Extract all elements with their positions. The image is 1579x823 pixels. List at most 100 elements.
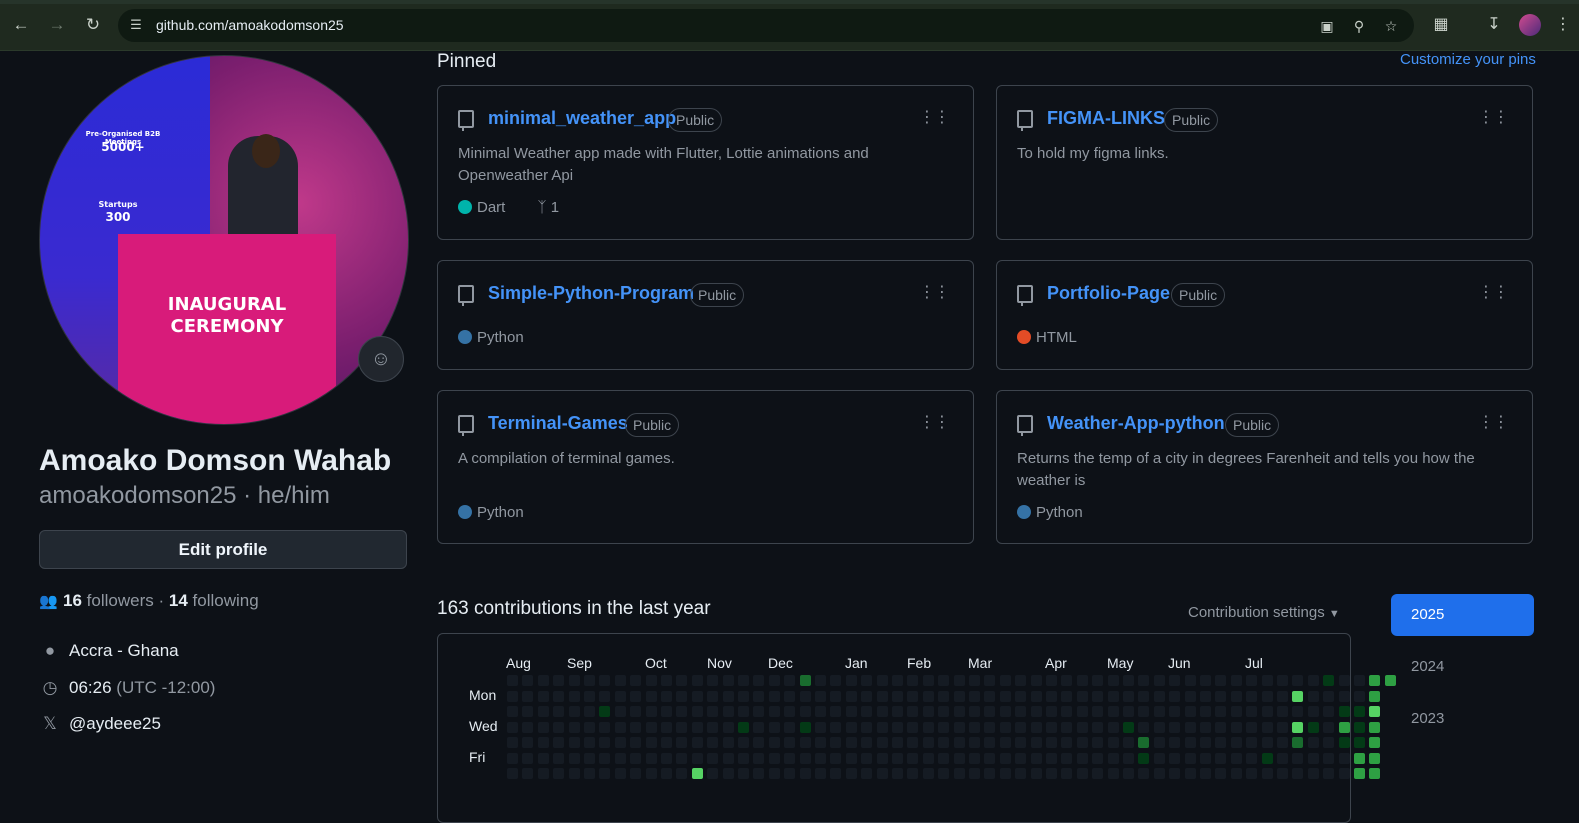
contribution-day-cell[interactable] — [1154, 768, 1165, 779]
contribution-day-cell[interactable] — [1185, 691, 1196, 702]
contribution-day-cell[interactable] — [892, 768, 903, 779]
contribution-day-cell[interactable] — [954, 706, 965, 717]
contribution-day-cell[interactable] — [984, 753, 995, 764]
edit-profile-button[interactable]: Edit profile — [39, 530, 407, 569]
year-button[interactable]: 2024 — [1391, 646, 1534, 688]
contribution-day-cell[interactable] — [846, 722, 857, 733]
contribution-day-cell[interactable] — [1077, 706, 1088, 717]
contribution-day-cell[interactable] — [1061, 753, 1072, 764]
contribution-day-cell[interactable] — [954, 675, 965, 686]
contribution-day-cell[interactable] — [738, 737, 749, 748]
contribution-day-cell[interactable] — [1323, 722, 1334, 733]
contribution-day-cell[interactable] — [1092, 768, 1103, 779]
contribution-day-cell[interactable] — [630, 768, 641, 779]
contribution-day-cell[interactable] — [538, 706, 549, 717]
contribution-day-cell[interactable] — [569, 706, 580, 717]
contribution-day-cell[interactable] — [1169, 675, 1180, 686]
contribution-day-cell[interactable] — [1108, 722, 1119, 733]
contribution-day-cell[interactable] — [738, 691, 749, 702]
contribution-day-cell[interactable] — [676, 722, 687, 733]
contribution-day-cell[interactable] — [1077, 691, 1088, 702]
contribution-day-cell[interactable] — [861, 722, 872, 733]
contribution-day-cell[interactable] — [630, 737, 641, 748]
contribution-day-cell[interactable] — [1277, 691, 1288, 702]
contribution-day-cell[interactable] — [1169, 706, 1180, 717]
contribution-day-cell[interactable] — [830, 722, 841, 733]
contribution-day-cell[interactable] — [1200, 691, 1211, 702]
fork-icon[interactable]: ᛉ — [538, 199, 547, 216]
contribution-day-cell[interactable] — [1200, 768, 1211, 779]
contribution-day-cell[interactable] — [907, 706, 918, 717]
contribution-day-cell[interactable] — [846, 706, 857, 717]
contribution-day-cell[interactable] — [661, 753, 672, 764]
contribution-day-cell[interactable] — [923, 768, 934, 779]
contribution-day-cell[interactable] — [1308, 768, 1319, 779]
contribution-day-cell[interactable] — [969, 737, 980, 748]
contribution-day-cell[interactable] — [1046, 722, 1057, 733]
contribution-day-cell[interactable] — [553, 722, 564, 733]
contribution-day-cell[interactable] — [1077, 737, 1088, 748]
profile-avatar[interactable]: Pre-Organised B2B Meetings 5000+ Startup… — [39, 55, 409, 425]
contribution-day-cell[interactable] — [569, 722, 580, 733]
set-status-smiley-icon[interactable]: ☺ — [358, 336, 404, 382]
contribution-day-cell[interactable] — [892, 753, 903, 764]
contribution-day-cell[interactable] — [1185, 768, 1196, 779]
contribution-day-cell[interactable] — [599, 691, 610, 702]
contribution-day-cell[interactable] — [784, 768, 795, 779]
contribution-day-cell[interactable] — [707, 768, 718, 779]
contribution-day-cell[interactable] — [923, 706, 934, 717]
contribution-day-cell[interactable] — [1354, 691, 1365, 702]
contribution-day-cell[interactable] — [507, 737, 518, 748]
contribution-day-cell[interactable] — [969, 768, 980, 779]
contribution-day-cell[interactable] — [1354, 737, 1365, 748]
contribution-day-cell[interactable] — [1262, 737, 1273, 748]
contribution-day-cell[interactable] — [1339, 737, 1350, 748]
address-bar[interactable]: ☰ github.com/amoakodomson25 ▣ ⚲ ☆ — [118, 9, 1414, 42]
contribution-day-cell[interactable] — [1339, 691, 1350, 702]
contribution-day-cell[interactable] — [1015, 675, 1026, 686]
contribution-day-cell[interactable] — [753, 753, 764, 764]
url-text[interactable]: github.com/amoakodomson25 — [156, 17, 344, 33]
contribution-day-cell[interactable] — [1092, 722, 1103, 733]
contribution-day-cell[interactable] — [569, 768, 580, 779]
contribution-day-cell[interactable] — [1231, 691, 1242, 702]
contribution-day-cell[interactable] — [923, 753, 934, 764]
contribution-day-cell[interactable] — [1292, 722, 1303, 733]
contribution-day-cell[interactable] — [676, 753, 687, 764]
contribution-day-cell[interactable] — [969, 706, 980, 717]
contribution-day-cell[interactable] — [661, 706, 672, 717]
contribution-day-cell[interactable] — [584, 675, 595, 686]
contribution-day-cell[interactable] — [1000, 737, 1011, 748]
contribution-day-cell[interactable] — [784, 737, 795, 748]
contribution-day-cell[interactable] — [769, 753, 780, 764]
contribution-day-cell[interactable] — [1138, 706, 1149, 717]
contribution-day-cell[interactable] — [1000, 768, 1011, 779]
contribution-day-cell[interactable] — [1000, 753, 1011, 764]
contribution-day-cell[interactable] — [1308, 675, 1319, 686]
contribution-day-cell[interactable] — [569, 691, 580, 702]
contribution-day-cell[interactable] — [923, 675, 934, 686]
contribution-day-cell[interactable] — [1262, 722, 1273, 733]
contribution-day-cell[interactable] — [661, 737, 672, 748]
contribution-day-cell[interactable] — [615, 768, 626, 779]
contribution-day-cell[interactable] — [646, 753, 657, 764]
contribution-day-cell[interactable] — [615, 737, 626, 748]
contribution-day-cell[interactable] — [538, 768, 549, 779]
contribution-day-cell[interactable] — [1277, 722, 1288, 733]
contribution-day-cell[interactable] — [800, 753, 811, 764]
contribution-day-cell[interactable] — [692, 706, 703, 717]
contribution-day-cell[interactable] — [800, 722, 811, 733]
contribution-day-cell[interactable] — [1123, 753, 1134, 764]
contribution-day-cell[interactable] — [661, 768, 672, 779]
contribution-day-cell[interactable] — [938, 691, 949, 702]
contribution-day-cell[interactable] — [753, 722, 764, 733]
contribution-day-cell[interactable] — [1077, 675, 1088, 686]
contribution-day-cell[interactable] — [569, 675, 580, 686]
contribution-day-cell[interactable] — [723, 753, 734, 764]
contribution-day-cell[interactable] — [861, 675, 872, 686]
contribution-day-cell[interactable] — [1169, 722, 1180, 733]
contribution-day-cell[interactable] — [892, 722, 903, 733]
contribution-day-cell[interactable] — [646, 722, 657, 733]
contribution-day-cell[interactable] — [738, 675, 749, 686]
contribution-day-cell[interactable] — [1308, 737, 1319, 748]
